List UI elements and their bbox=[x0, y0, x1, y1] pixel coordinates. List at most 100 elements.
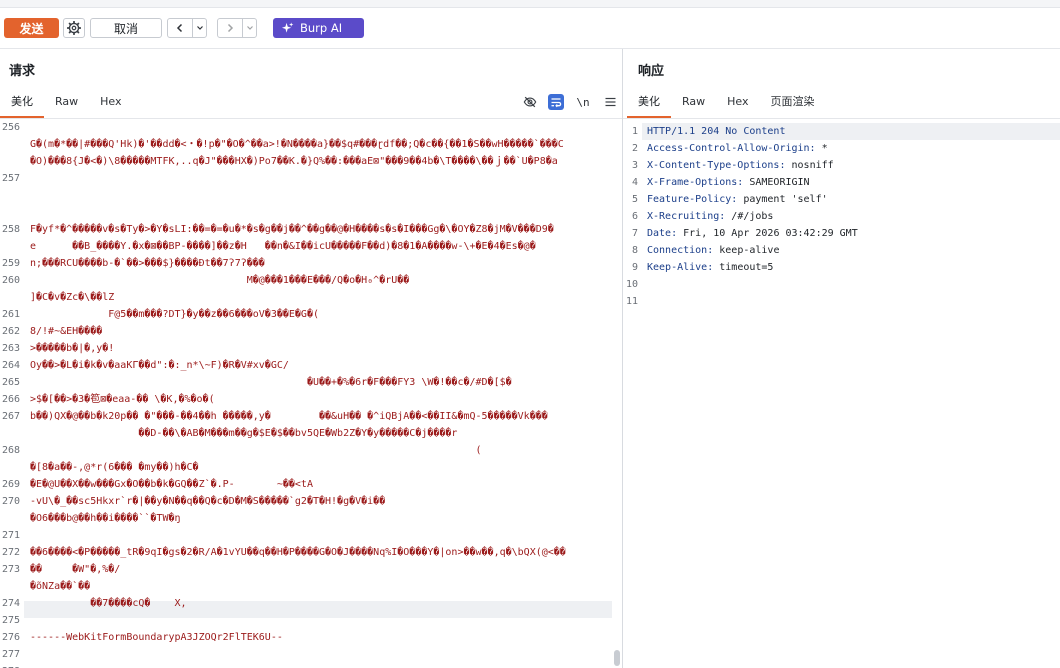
editor-menu-button[interactable] bbox=[602, 94, 618, 110]
word-wrap-toggle[interactable] bbox=[548, 94, 564, 110]
code-line: �E�@U��X��w���Gx�O��b�k�GQ��Z`�.P- ~��<t… bbox=[30, 479, 313, 490]
header-line: ​Keep-Alive: timeout=5 bbox=[647, 259, 858, 276]
line-number: 268 bbox=[1, 445, 20, 456]
line-number: 7 bbox=[631, 228, 638, 239]
header-name: X-Recruiting: bbox=[647, 211, 726, 222]
line-number: 5 bbox=[631, 194, 638, 205]
line-number: 278 bbox=[0, 663, 20, 668]
line-number: 258 bbox=[1, 224, 20, 235]
line-number: ​ bbox=[0, 187, 20, 204]
line-number: 262 bbox=[1, 326, 20, 337]
code-line: b��)QX�@��b�k20p�� �"���-��4��h �����,y�… bbox=[30, 411, 548, 422]
header-line: ​X-Recruiting: /#/jobs bbox=[647, 208, 858, 225]
chevron-down-icon bbox=[246, 26, 253, 30]
line-number: 275 bbox=[1, 615, 20, 626]
request-pane-title: 请求 bbox=[9, 64, 36, 79]
code-line: ]�C�v�Zc�\��lZ bbox=[30, 292, 115, 303]
hide-nonprintable-toggle[interactable] bbox=[522, 94, 538, 110]
header-value: Fri, 10 Apr 2026 03:42:29 GMT bbox=[677, 228, 858, 239]
forward-history-dropdown[interactable] bbox=[242, 19, 256, 37]
header-value: timeout=5 bbox=[713, 262, 774, 273]
response-line-numbers: 1 2 3 4 5 6 7 8 9 10 11 bbox=[623, 123, 638, 310]
code-line: ​ bbox=[30, 187, 566, 204]
response-editor[interactable]: 1234567891011 ​HTTP/1.1 204 No Content​​… bbox=[623, 123, 1060, 668]
response-tabs: 美化 Raw Hex 页面渲染 bbox=[627, 90, 826, 118]
back-button[interactable] bbox=[168, 19, 192, 37]
burp-ai-label: Burp AI bbox=[300, 21, 343, 35]
forward-button[interactable] bbox=[218, 19, 242, 37]
code-line: -vU\�_��sc5Hkxr`r�|��y�N��q��Q�c�D�M�S��… bbox=[30, 496, 386, 507]
line-number: 273 bbox=[1, 564, 20, 575]
line-number: 256 bbox=[1, 122, 20, 133]
header-value: SAMEORIGIN bbox=[743, 177, 810, 188]
line-number: ​ bbox=[0, 289, 20, 306]
eye-off-icon bbox=[523, 96, 537, 108]
request-tabs: 美化 Raw Hex bbox=[0, 90, 133, 118]
code-line: �O)���8{J�<�)\8�����MTFK,..q�J"���HX�)Po… bbox=[30, 156, 558, 167]
header-line: ​Connection: keep-alive bbox=[647, 242, 858, 259]
code-line: e ��B_����Y.�x�⊠��BP-����]��z�H ��n�&I��… bbox=[30, 241, 536, 252]
code-line: 8/!#~&EH���� bbox=[30, 326, 103, 337]
line-number: ​ bbox=[0, 425, 20, 442]
header-name: X-Frame-Options: bbox=[647, 177, 744, 188]
show-newlines-toggle[interactable]: \n bbox=[574, 96, 592, 109]
tab-raw[interactable]: Raw bbox=[44, 90, 89, 118]
send-button[interactable]: 发送 bbox=[4, 18, 59, 38]
request-scrollbar-thumb[interactable] bbox=[614, 650, 620, 666]
gear-icon bbox=[67, 21, 81, 35]
code-line: ( bbox=[30, 445, 482, 456]
line-number: 266 bbox=[1, 394, 20, 405]
settings-button[interactable] bbox=[63, 18, 85, 38]
request-editor[interactable]: 256​​257​​258​259260​2612622632642652662… bbox=[0, 119, 614, 668]
code-line: �[8�a��-,@*r(6��� �my��)h�C� bbox=[30, 462, 199, 473]
line-number: 270 bbox=[1, 496, 20, 507]
tab-render[interactable]: 页面渲染 bbox=[760, 90, 826, 118]
request-body[interactable]: ​ G�(m�*��|#���Q'Hk)�'��dd�<・�!p�"�O�^��a… bbox=[30, 119, 566, 668]
tab-pretty[interactable]: 美化 bbox=[627, 90, 671, 118]
header-value: /#/jobs bbox=[725, 211, 774, 222]
code-line: ​ bbox=[30, 204, 566, 221]
code-line: n;���RCU����b-�`��>���$}����Ðt��7ʔ7ʔ��� bbox=[30, 258, 265, 269]
back-history-dropdown[interactable] bbox=[192, 19, 206, 37]
toolbar-divider bbox=[0, 48, 1060, 49]
header-value: keep-alive bbox=[713, 245, 780, 256]
line-number: 271 bbox=[1, 530, 20, 541]
line-number: 6 bbox=[631, 211, 638, 222]
header-value: nosniff bbox=[785, 160, 834, 171]
header-line: ​Feature-Policy: payment 'self' bbox=[647, 191, 858, 208]
line-number: ​ bbox=[0, 153, 20, 170]
tab-hex[interactable]: Hex bbox=[89, 90, 132, 118]
response-headers[interactable]: ​HTTP/1.1 204 No Content​​Access-Control… bbox=[647, 123, 858, 310]
toolbar: 发送 取消 Burp AI bbox=[0, 8, 1060, 48]
code-line: >$�[��>�3�笣⊠�eaa-�� \�K,�%�o�( bbox=[30, 394, 215, 405]
line-number: ​ bbox=[0, 204, 20, 221]
line-number: 9 bbox=[631, 262, 638, 273]
line-number: 259 bbox=[1, 258, 20, 269]
header-line: ​Access-Control-Allow-Origin: * bbox=[647, 140, 858, 157]
header-name: Date: bbox=[647, 228, 678, 239]
line-number: 10 bbox=[625, 279, 638, 290]
request-editor-actions: \n bbox=[522, 94, 618, 110]
line-number: 4 bbox=[631, 177, 638, 188]
line-number: 1 bbox=[631, 126, 638, 137]
line-number: ​ bbox=[0, 578, 20, 595]
tab-pretty[interactable]: 美化 bbox=[0, 90, 44, 118]
burp-ai-button[interactable]: Burp AI bbox=[273, 18, 364, 38]
header-value: payment 'self' bbox=[737, 194, 828, 205]
code-line: �� �W"�,%�/ bbox=[30, 564, 121, 575]
header-name: Connection: bbox=[647, 245, 714, 256]
line-number: 261 bbox=[1, 309, 20, 320]
response-pane-title: 响应 bbox=[638, 64, 665, 79]
code-line: ��7����cQ� X, bbox=[30, 598, 187, 609]
line-number: 8 bbox=[631, 245, 638, 256]
header-line: ​X-Content-Type-Options: nosniff bbox=[647, 157, 858, 174]
code-line: F@5��m���?DT}�y��z��6���oV�3��E�G�( bbox=[30, 309, 319, 320]
header-name: HTTP/1.1 204 No Content bbox=[647, 126, 786, 137]
code-line: ​ bbox=[30, 646, 566, 663]
cancel-button[interactable]: 取消 bbox=[90, 18, 162, 38]
code-line: M�@���1���E���/Q�o�H₀^�rU�� bbox=[30, 275, 410, 286]
tab-hex[interactable]: Hex bbox=[716, 90, 759, 118]
header-line: ​​​ bbox=[647, 276, 858, 293]
header-line: ​HTTP/1.1 204 No Content​ bbox=[647, 123, 858, 140]
tab-raw[interactable]: Raw bbox=[671, 90, 716, 118]
